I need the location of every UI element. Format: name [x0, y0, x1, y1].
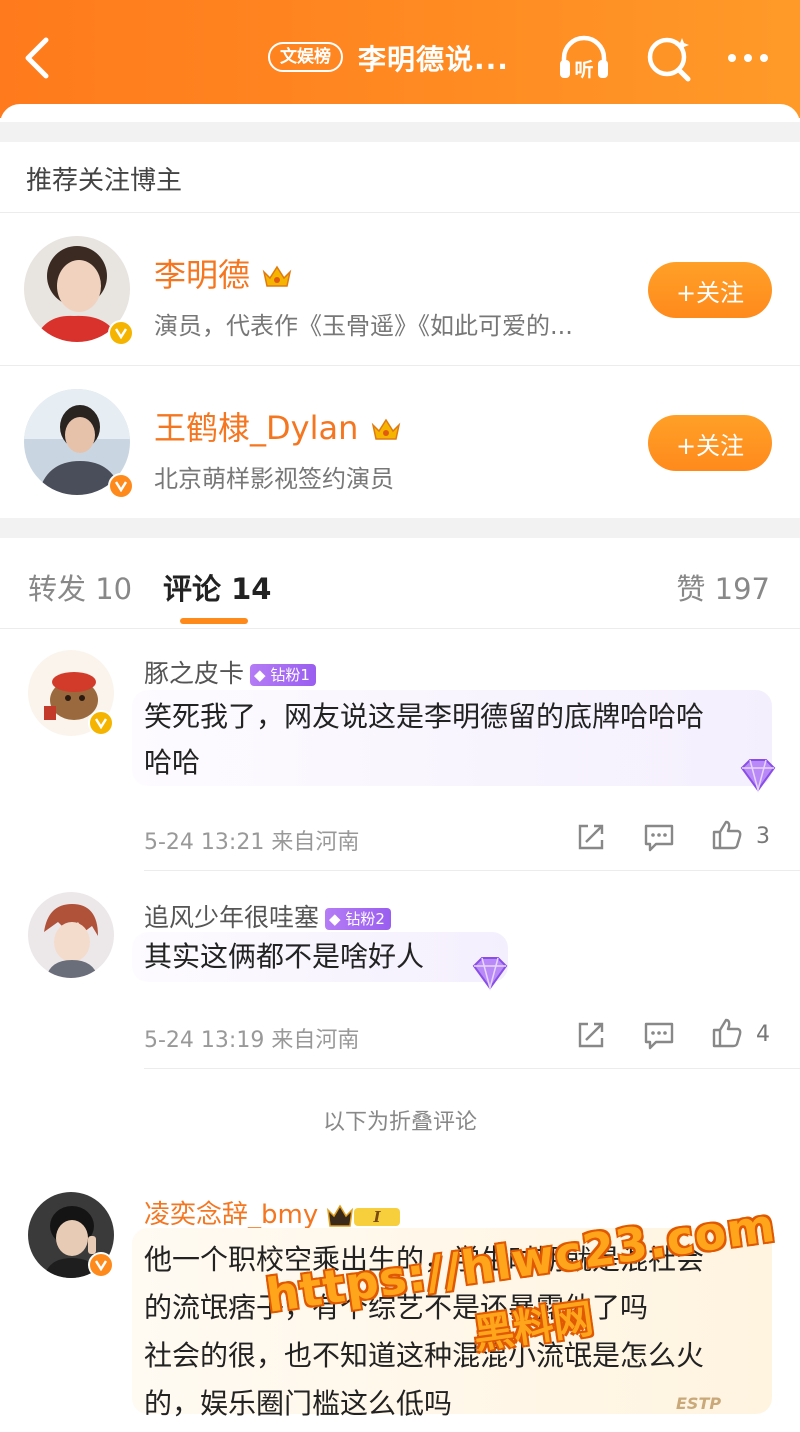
verified-badge-icon — [88, 710, 114, 736]
divider — [144, 1068, 800, 1069]
like-thumb-icon[interactable] — [710, 818, 744, 852]
vip-crown-badge-icon: I — [327, 1204, 401, 1227]
commenter-name-row: 追风少年很哇塞 ◆ 钻粉2 — [144, 898, 391, 934]
crown-icon — [371, 418, 400, 440]
share-icon[interactable] — [574, 820, 608, 854]
comment-text-line: 的，娱乐圈门槛这么低吗 — [144, 1387, 453, 1420]
reply-comment-icon[interactable] — [642, 1018, 676, 1052]
verified-badge-icon — [88, 1252, 114, 1278]
search-icon[interactable] — [642, 32, 698, 84]
diamond-fan-badge: ◆ 钻粉1 — [250, 664, 316, 686]
comment-meta: 5-24 13:19 来自河南 — [144, 1028, 360, 1053]
comment-meta: 5-24 13:21 来自河南 — [144, 830, 360, 855]
fan-badge-label: 钻粉2 — [345, 910, 385, 928]
user-name-row: 李明德 — [154, 250, 292, 296]
diamond-gem-icon — [740, 759, 776, 793]
like-thumb-icon[interactable] — [710, 1016, 744, 1050]
tab-comment[interactable]: 评论 14 — [163, 566, 271, 608]
listen-headphone-icon[interactable]: 听 — [556, 32, 612, 84]
tab-repost[interactable]: 转发 10 — [28, 566, 132, 608]
vip-comment-text: 他一个职校空乘出生的，学生时期就是混社会 的流氓痞子，有个综艺不是还暴露他了吗 … — [144, 1236, 754, 1428]
divider — [144, 870, 800, 871]
crown-icon — [262, 265, 292, 287]
verified-badge-icon — [108, 473, 134, 499]
like-count: 4 — [756, 1022, 770, 1047]
reply-comment-icon[interactable] — [642, 820, 676, 854]
active-tab-indicator — [180, 618, 248, 624]
page-title: 李明德说... — [358, 43, 509, 76]
commenter-name[interactable]: 追风少年很哇塞 — [144, 903, 319, 932]
verified-badge-icon — [108, 320, 134, 346]
user-description: 演员，代表作《玉骨遥》《如此可爱的... — [154, 312, 573, 340]
commenter-name[interactable]: 凌奕念辞_bmy — [144, 1200, 318, 1230]
recommend-user-row[interactable]: 王鹤棣_Dylan 北京萌样影视签约演员 +关注 — [0, 365, 800, 517]
follow-button[interactable]: +关注 — [648, 262, 772, 318]
fan-badge-label: 钻粉1 — [270, 666, 310, 684]
avatar[interactable] — [28, 892, 114, 978]
recommend-heading: 推荐关注博主 — [26, 166, 183, 196]
commenter-name-row: 豚之皮卡 ◆ 钻粉1 — [144, 654, 316, 690]
folded-comments-label[interactable]: 以下为折叠评论 — [0, 1104, 800, 1136]
listen-label: 听 — [574, 58, 593, 81]
commenter-name-row: 凌奕念辞_bmy I — [144, 1194, 404, 1231]
tab-like[interactable]: 赞 197 — [676, 566, 770, 608]
user-description: 北京萌样影视签约演员 — [154, 465, 394, 493]
back-arrow-icon[interactable] — [18, 34, 58, 82]
comment-text-line: 其实这俩都不是啥好人 — [144, 940, 425, 973]
user-name[interactable]: 李明德 — [154, 256, 250, 294]
diamond-gem-icon — [472, 957, 508, 991]
comment-text-line: 的流氓痞子，有个综艺不是还暴露他了吗 — [144, 1291, 649, 1324]
more-options-icon[interactable] — [720, 32, 776, 84]
comment-text-line: 笑死我了，网友说这是李明德留的底牌哈哈哈 — [144, 700, 705, 733]
diamond-fan-badge: ◆ 钻粉2 — [325, 908, 391, 930]
bubble-decoration: ESTP — [676, 1394, 722, 1413]
comment-text-line: 他一个职校空乘出生的，学生时期就是混社会 — [144, 1243, 705, 1276]
follow-button[interactable]: +关注 — [648, 415, 772, 471]
vip-level: I — [373, 1208, 382, 1226]
commenter-name[interactable]: 豚之皮卡 — [144, 659, 244, 688]
user-name-row: 王鹤棣_Dylan — [154, 403, 401, 449]
like-count: 3 — [756, 824, 770, 849]
share-icon[interactable] — [574, 1018, 608, 1052]
user-name[interactable]: 王鹤棣_Dylan — [154, 409, 358, 447]
wenyu-rank-badge[interactable]: 文娱榜 — [268, 42, 343, 72]
recommend-user-row[interactable]: 李明德 演员，代表作《玉骨遥》《如此可爱的... +关注 — [0, 212, 800, 364]
divider — [0, 628, 800, 629]
section-separator — [0, 122, 800, 142]
comment-text-line: 哈哈 — [144, 746, 201, 779]
section-separator — [0, 518, 800, 538]
comment-text-line: 社会的很，也不知道这种混混小流氓是怎么火 — [144, 1339, 705, 1372]
